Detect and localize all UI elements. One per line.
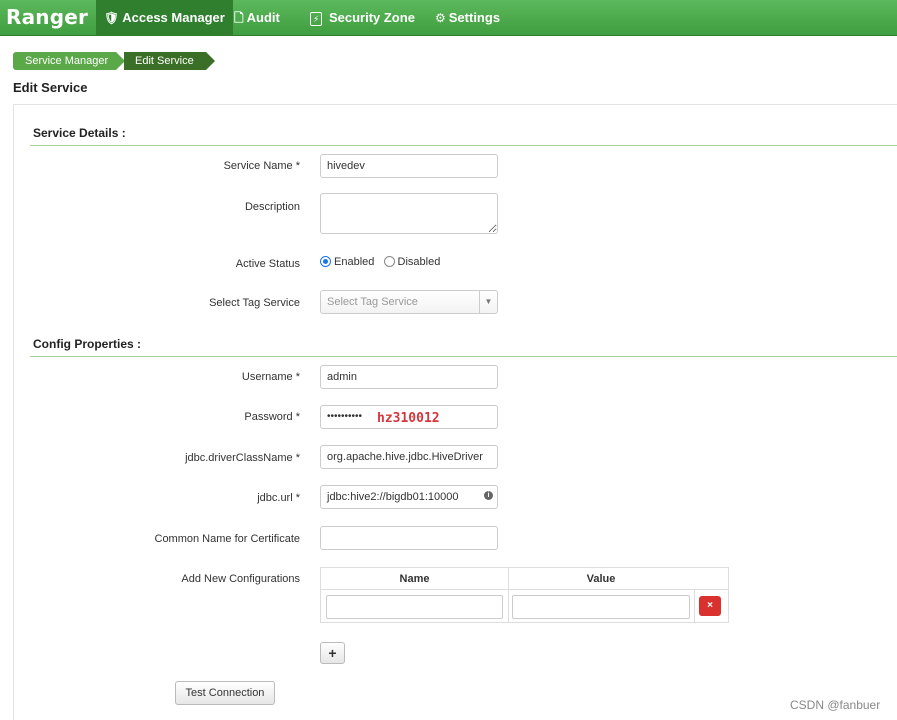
tag-service-label: Select Tag Service <box>209 297 300 309</box>
config-value-input[interactable] <box>512 595 690 619</box>
password-annotation: hz310012 <box>377 411 440 426</box>
breadcrumb-service-manager[interactable]: Service Manager <box>13 52 126 70</box>
chevron-down-icon: ▼ <box>479 291 497 313</box>
disabled-radio[interactable] <box>383 256 395 267</box>
name-column-header: Name <box>399 573 430 585</box>
cert-name-label: Common Name for Certificate <box>154 533 301 545</box>
tag-service-placeholder: Select Tag Service <box>327 296 418 308</box>
enabled-radio[interactable] <box>320 256 331 267</box>
column-divider <box>508 568 509 622</box>
brand-logo[interactable]: Ranger <box>6 5 88 29</box>
username-input[interactable]: admin <box>320 365 498 389</box>
section-divider <box>30 145 897 146</box>
watermark: CSDN @fanbuer <box>790 698 881 712</box>
driver-class-label: jdbc.driverClassName * <box>185 452 300 464</box>
nav-audit[interactable]: 🗋 Audit <box>226 0 288 36</box>
nav-security-zone[interactable]: ⚡ Security Zone <box>302 0 423 36</box>
zone-icon: ⚡ <box>310 12 323 26</box>
password-label: Password * <box>244 411 300 423</box>
enabled-label[interactable]: Enabled <box>334 256 374 268</box>
add-config-button[interactable]: + <box>320 642 345 664</box>
config-table-header: Name Value <box>321 568 728 590</box>
username-label: Username * <box>241 371 300 383</box>
config-table: Name Value × <box>320 567 729 623</box>
config-name-input[interactable] <box>326 595 503 619</box>
disabled-label[interactable]: Disabled <box>398 256 441 268</box>
column-divider <box>694 590 695 622</box>
nav-access-manager-label: Access Manager <box>122 10 225 25</box>
jdbc-url-input[interactable]: jdbc:hive2://bigdb01:10000 <box>320 485 498 509</box>
top-navbar: Ranger 🛡 Access Manager 🗋 Audit ⚡ Security… <box>0 0 897 36</box>
page-title: Edit Service <box>13 80 88 95</box>
active-status-label: Active Status <box>235 258 300 270</box>
gear-icon: ⚙ <box>435 11 446 25</box>
delete-row-button[interactable]: × <box>699 596 721 616</box>
section-divider <box>30 356 897 357</box>
description-label: Description <box>244 201 300 213</box>
service-details-title: Service Details : <box>33 126 126 140</box>
value-column-header: Value <box>586 573 616 585</box>
file-icon: 🗋 <box>234 11 244 25</box>
nav-audit-label: Audit <box>246 10 280 25</box>
nav-settings-label: Settings <box>448 10 501 25</box>
info-icon[interactable]: i <box>484 491 493 500</box>
active-status-radios: Enabled Disabled <box>320 256 440 268</box>
nav-settings[interactable]: ⚙ Settings <box>427 0 508 36</box>
service-name-label: Service Name * <box>223 160 300 172</box>
tag-service-select[interactable]: Select Tag Service ▼ <box>320 290 498 314</box>
driver-class-input[interactable]: org.apache.hive.jdbc.HiveDriver <box>320 445 498 469</box>
description-textarea[interactable] <box>320 193 498 234</box>
test-connection-button[interactable]: Test Connection <box>175 681 275 705</box>
service-name-input[interactable]: hivedev <box>320 154 498 178</box>
breadcrumb-edit-service: Edit Service <box>124 52 215 70</box>
nav-access-manager[interactable]: 🛡 Access Manager <box>96 0 233 36</box>
nav-security-zone-label: Security Zone <box>328 10 415 25</box>
shield-icon: 🛡 <box>104 11 120 25</box>
config-properties-title: Config Properties : <box>33 337 142 351</box>
jdbc-url-label: jdbc.url * <box>257 492 300 504</box>
add-config-label: Add New Configurations <box>181 573 300 585</box>
cert-name-input[interactable] <box>320 526 498 550</box>
